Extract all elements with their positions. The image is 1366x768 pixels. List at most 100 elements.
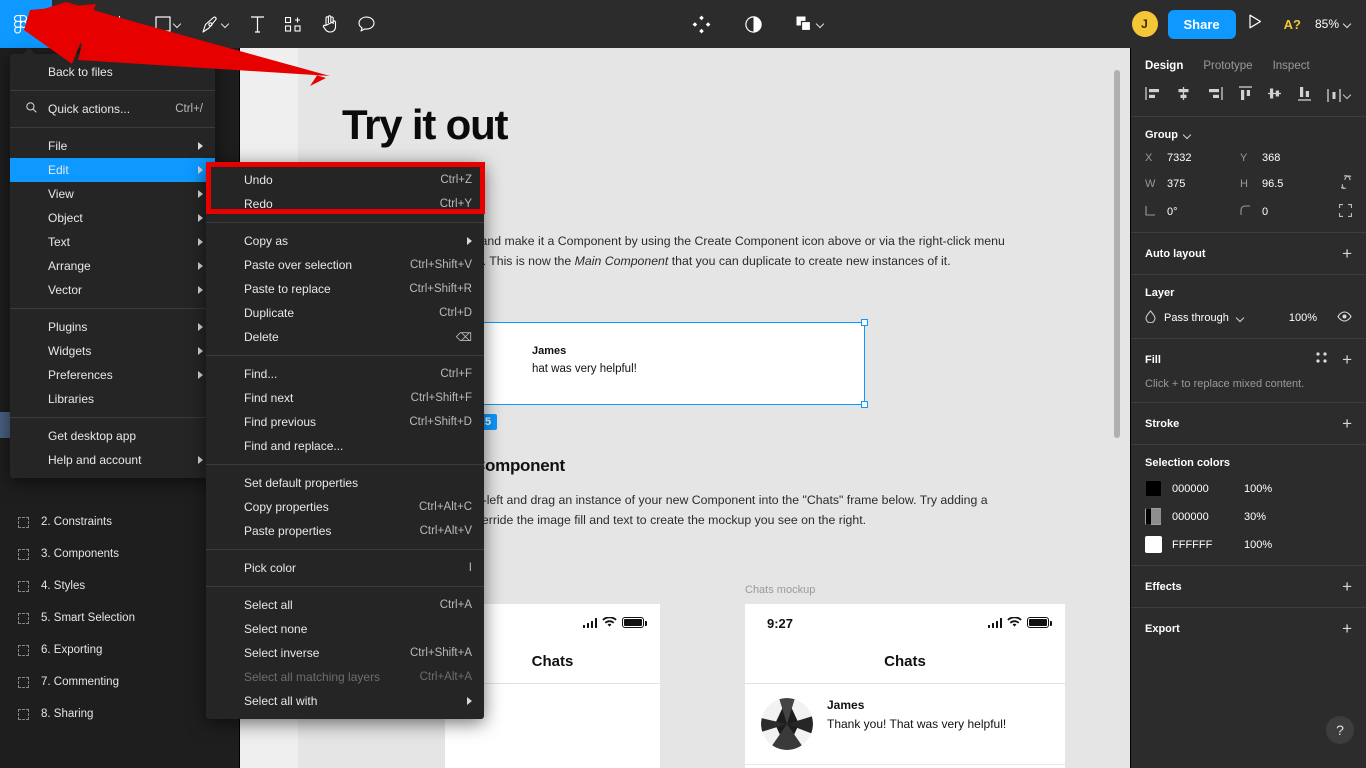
submenu-item-find-[interactable]: Find... Ctrl+F <box>206 362 484 386</box>
chat-list-item[interactable]: James Thank you! That was very helpful! <box>745 684 1065 765</box>
user-avatar[interactable]: J <box>1131 11 1158 37</box>
submenu-item-find-previous[interactable]: Find previous Ctrl+Shift+D <box>206 410 484 434</box>
menu-item-vector[interactable]: Vector <box>10 278 215 302</box>
menu-item-arrange[interactable]: Arrange <box>10 254 215 278</box>
shape-tool-button[interactable] <box>145 0 192 48</box>
selected-chat-row-group[interactable]: James hat was very helpful! <box>445 319 868 408</box>
menu-item-back-to-files[interactable]: Back to files <box>10 60 215 84</box>
submenu-item-find-and-replace-[interactable]: Find and replace... <box>206 434 484 458</box>
object-type-row[interactable]: Group <box>1145 129 1352 141</box>
submenu-item-undo[interactable]: Undo Ctrl+Z <box>206 168 484 192</box>
submenu-item-find-next[interactable]: Find next Ctrl+Shift+F <box>206 386 484 410</box>
figma-menu-button[interactable] <box>0 0 52 48</box>
align-left-icon[interactable] <box>1145 87 1160 103</box>
present-button[interactable] <box>1236 14 1274 34</box>
opacity-value[interactable]: 100% <box>1289 312 1317 324</box>
y-field[interactable]: Y 368 <box>1240 152 1335 164</box>
constrain-proportions-icon[interactable] <box>1339 175 1352 193</box>
move-tool-button[interactable] <box>52 0 97 48</box>
menu-item-preferences[interactable]: Preferences <box>10 363 215 387</box>
rotation-field[interactable]: 0° <box>1145 205 1240 219</box>
resize-handle-bottom-right[interactable] <box>861 401 868 408</box>
width-field[interactable]: W 375 <box>1145 178 1240 190</box>
tab-prototype[interactable]: Prototype <box>1203 60 1252 72</box>
submenu-item-set-default-properties[interactable]: Set default properties <box>206 471 484 495</box>
align-top-icon[interactable] <box>1238 86 1252 104</box>
blend-mode-value[interactable]: Pass through <box>1164 312 1229 324</box>
layer-item[interactable]: 7. Commenting <box>0 666 240 698</box>
canvas-vertical-scrollbar[interactable] <box>1114 70 1120 438</box>
add-fill-button[interactable]: + <box>1342 351 1352 368</box>
x-field[interactable]: X 7332 <box>1145 152 1240 164</box>
tab-inspect[interactable]: Inspect <box>1273 60 1310 72</box>
submenu-item-paste-over-selection[interactable]: Paste over selection Ctrl+Shift+V <box>206 253 484 277</box>
submenu-item-duplicate[interactable]: Duplicate Ctrl+D <box>206 301 484 325</box>
layer-item[interactable]: 6. Exporting <box>0 634 240 666</box>
add-auto-layout-button[interactable]: + <box>1342 245 1352 262</box>
comment-tool-button[interactable] <box>348 0 385 48</box>
align-right-icon[interactable] <box>1208 87 1223 103</box>
menu-item-widgets[interactable]: Widgets <box>10 339 215 363</box>
submenu-item-copy-as[interactable]: Copy as <box>206 229 484 253</box>
selection-color-row[interactable]: FFFFFF 100% <box>1145 536 1352 553</box>
color-swatch[interactable] <box>1145 536 1162 553</box>
menu-item-file[interactable]: File <box>10 134 215 158</box>
text-tool-button[interactable] <box>240 0 275 48</box>
add-export-button[interactable]: + <box>1342 620 1352 637</box>
hand-tool-button[interactable] <box>312 0 348 48</box>
menu-item-libraries[interactable]: Libraries <box>10 387 215 411</box>
share-button[interactable]: Share <box>1167 9 1236 39</box>
align-horizontal-center-icon[interactable] <box>1176 87 1191 103</box>
layer-item[interactable]: 2. Constraints <box>0 506 240 538</box>
align-vertical-center-icon[interactable] <box>1268 86 1282 104</box>
chats-mockup-frame-label[interactable]: Chats mockup <box>745 584 815 596</box>
submenu-item-paste-properties[interactable]: Paste properties Ctrl+Alt+V <box>206 519 484 543</box>
selection-color-row[interactable]: 000000 30% <box>1145 508 1352 525</box>
menu-item-quick-actions[interactable]: Quick actions... Ctrl+/ <box>10 97 215 121</box>
color-swatch[interactable] <box>1145 508 1162 525</box>
align-bottom-icon[interactable] <box>1297 86 1311 104</box>
create-component-button[interactable] <box>682 0 721 48</box>
resources-tool-button[interactable] <box>275 0 312 48</box>
submenu-item-redo[interactable]: Redo Ctrl+Y <box>206 192 484 216</box>
menu-item-view[interactable]: View <box>10 182 215 206</box>
corner-radius-field[interactable]: 0 <box>1240 205 1335 219</box>
menu-item-text[interactable]: Text <box>10 230 215 254</box>
menu-item-object[interactable]: Object <box>10 206 215 230</box>
submenu-item-pick-color[interactable]: Pick color I <box>206 556 484 580</box>
selection-color-row[interactable]: 000000 100% <box>1145 480 1352 497</box>
menu-item-get-desktop-app[interactable]: Get desktop app <box>10 424 215 448</box>
independent-corners-icon[interactable] <box>1338 203 1353 220</box>
resize-handle-top-right[interactable] <box>861 319 868 326</box>
fill-styles-icon[interactable] <box>1316 352 1328 367</box>
menu-item-edit[interactable]: Edit <box>10 158 215 182</box>
frame-tool-button[interactable] <box>97 0 145 48</box>
figma-main-menu[interactable]: Back to files Quick actions... Ctrl+/ Fi… <box>10 48 215 478</box>
zoom-control[interactable]: 85% <box>1311 17 1366 31</box>
layer-item[interactable]: 3. Components <box>0 538 240 570</box>
layer-item[interactable]: 4. Styles <box>0 570 240 602</box>
layer-item[interactable]: 5. Smart Selection <box>0 602 240 634</box>
color-swatch[interactable] <box>1145 480 1162 497</box>
submenu-item-delete[interactable]: Delete ⌫ <box>206 325 484 349</box>
submenu-item-select-none[interactable]: Select none <box>206 617 484 641</box>
menu-item-plugins[interactable]: Plugins <box>10 315 215 339</box>
accessibility-badge[interactable]: A? <box>1274 17 1311 32</box>
mask-button[interactable] <box>735 0 772 48</box>
submenu-item-paste-to-replace[interactable]: Paste to replace Ctrl+Shift+R <box>206 277 484 301</box>
submenu-item-copy-properties[interactable]: Copy properties Ctrl+Alt+C <box>206 495 484 519</box>
add-stroke-button[interactable]: + <box>1342 415 1352 432</box>
height-field[interactable]: H 96.5 <box>1240 178 1335 190</box>
tab-design[interactable]: Design <box>1145 60 1183 72</box>
submenu-item-select-all[interactable]: Select all Ctrl+A <box>206 593 484 617</box>
pen-tool-button[interactable] <box>192 0 240 48</box>
add-effect-button[interactable]: + <box>1342 578 1352 595</box>
help-button[interactable]: ? <box>1326 716 1354 744</box>
chats-frame-mockup-right[interactable]: 9:27 Chats James Thank you! That was ver… <box>745 604 1065 768</box>
distribute-icon[interactable] <box>1327 88 1352 102</box>
menu-item-help-and-account[interactable]: Help and account <box>10 448 215 472</box>
layer-item[interactable]: 8. Sharing <box>0 698 240 730</box>
submenu-item-select-inverse[interactable]: Select inverse Ctrl+Shift+A <box>206 641 484 665</box>
boolean-ops-button[interactable] <box>786 0 835 48</box>
edit-submenu[interactable]: Undo Ctrl+Z Redo Ctrl+Y Copy as Paste over se… <box>206 162 484 719</box>
